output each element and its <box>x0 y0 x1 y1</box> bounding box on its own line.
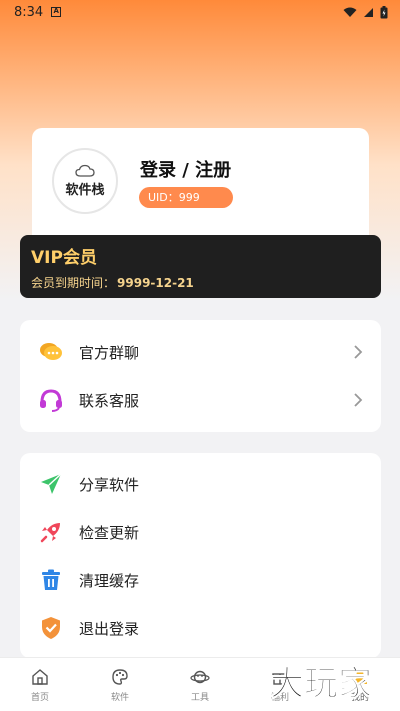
battery-icon <box>380 5 388 18</box>
menu-item-check-update[interactable]: 检查更新 <box>20 508 381 556</box>
status-time: 8:34 <box>14 4 44 20</box>
rocket-icon <box>40 523 60 543</box>
chat-bubble-icon <box>40 343 62 360</box>
notification-a-icon: A <box>51 7 62 17</box>
tab-label: 首页 <box>30 692 49 703</box>
profile-card[interactable]: 软件栈 登录 / 注册 UID：999 <box>32 128 369 246</box>
menu-item-label: 清理缓存 <box>79 571 140 590</box>
tab-label: 工具 <box>190 692 209 703</box>
menu-group-contact: 官方群聊 联系客服 <box>20 320 381 432</box>
menu-item-label: 官方群聊 <box>79 343 140 362</box>
menu-item-contact-support[interactable]: 联系客服 <box>20 376 381 424</box>
login-register-link[interactable]: 登录 / 注册 <box>140 156 231 182</box>
menu-item-label: 联系客服 <box>79 391 140 410</box>
menu-group-actions: 分享软件 检查更新 清理缓存 退出登录 <box>20 453 381 658</box>
tab-label: 软件 <box>110 692 129 703</box>
tab-home[interactable]: 首页 <box>0 658 80 711</box>
menu-item-label: 检查更新 <box>79 523 140 542</box>
menu-item-share-app[interactable]: 分享软件 <box>20 460 381 508</box>
menu-item-logout[interactable]: 退出登录 <box>20 604 381 652</box>
planet-icon <box>190 670 210 683</box>
headset-icon <box>40 389 62 412</box>
tab-tools[interactable]: 工具 <box>160 658 240 711</box>
tab-software[interactable]: 软件 <box>80 658 160 711</box>
menu-item-label: 分享软件 <box>79 475 140 494</box>
status-bar: 8:34 A <box>0 0 400 24</box>
avatar-label: 软件栈 <box>65 183 105 198</box>
watermark-logo: 大玩家 <box>270 664 373 705</box>
shield-check-icon <box>42 617 60 639</box>
vip-title: VIP会员 <box>31 248 97 268</box>
svg-text:大玩家: 大玩家 <box>270 664 372 704</box>
paper-plane-icon <box>41 473 62 494</box>
vip-card[interactable]: VIP会员 会员到期时间： 9999-12-21 <box>20 235 381 298</box>
chevron-right-icon <box>354 345 363 359</box>
home-icon <box>32 668 48 685</box>
cloud-icon <box>75 164 95 177</box>
vip-expire-line: 会员到期时间： 9999-12-21 <box>31 274 370 291</box>
vip-expire-value: 9999-12-21 <box>117 276 194 290</box>
avatar[interactable]: 软件栈 <box>52 148 118 214</box>
wifi-icon <box>343 7 357 17</box>
uid-badge: UID：999 <box>139 187 233 208</box>
menu-item-label: 退出登录 <box>79 619 140 638</box>
chevron-right-icon <box>354 393 363 407</box>
menu-item-official-group[interactable]: 官方群聊 <box>20 328 381 376</box>
signal-icon <box>364 7 373 17</box>
trash-icon <box>42 569 60 590</box>
vip-expire-label: 会员到期时间： <box>31 276 116 290</box>
palette-icon <box>112 668 128 685</box>
menu-item-clear-cache[interactable]: 清理缓存 <box>20 556 381 604</box>
